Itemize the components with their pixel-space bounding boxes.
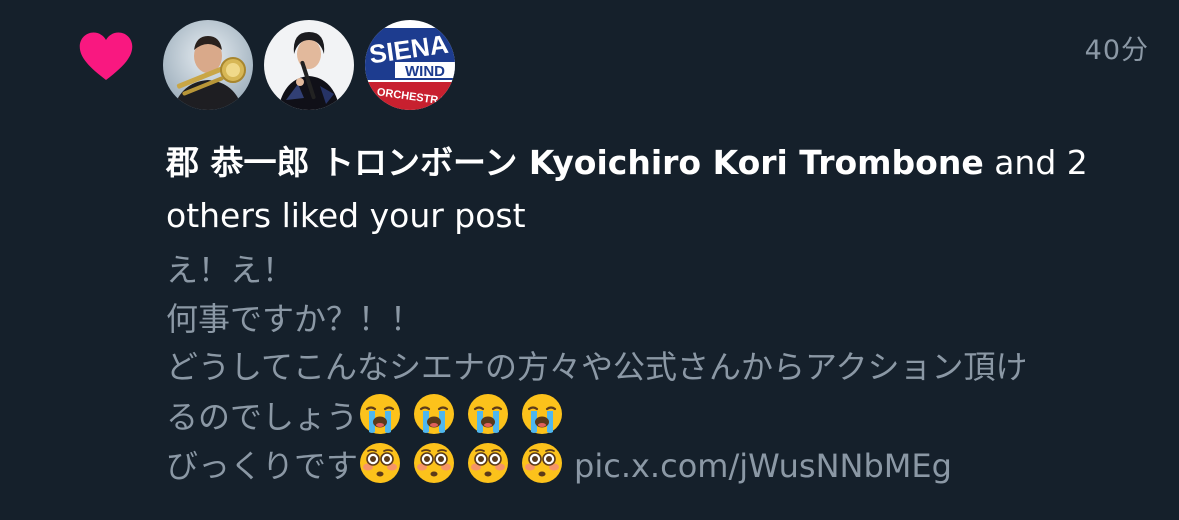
flushed-face-emoji <box>520 441 564 485</box>
avatar-group: SIENA WIND ORCHESTRA <box>163 20 455 110</box>
avatar-clarinet-player[interactable] <box>264 20 354 110</box>
avatar-kyoichiro-kori[interactable] <box>163 20 253 110</box>
post-line: え！え！ <box>166 251 295 289</box>
post-line: びっくりです <box>166 447 359 485</box>
flushed-face-emoji <box>358 441 402 485</box>
loudly-crying-face-emoji <box>358 392 402 436</box>
svg-text:WIND: WIND <box>405 63 445 80</box>
loudly-crying-face-emoji <box>412 392 456 436</box>
notification-headline: 郡 恭一郎 トロンボーン Kyoichiro Kori Trombone and… <box>166 136 1156 242</box>
actor-name[interactable]: 郡 恭一郎 トロンボーン Kyoichiro Kori Trombone <box>166 143 984 182</box>
heart-icon <box>76 26 136 86</box>
post-line-with-emoji: るのでしょう <box>166 392 1166 442</box>
like-notification[interactable]: SIENA WIND ORCHESTRA 40分 郡 恭一郎 トロンボーン Ky… <box>0 0 1179 520</box>
media-link[interactable]: pic.x.com/jWusNNbMEg <box>574 447 952 485</box>
flushed-face-emoji <box>466 441 510 485</box>
post-preview[interactable]: え！え！ 何事ですか？！！ どうしてこんなシエナの方々や公式さんからアクション頂… <box>166 246 1166 491</box>
timestamp: 40分 <box>1084 35 1149 66</box>
avatar-siena-wind-orchestra[interactable]: SIENA WIND ORCHESTRA <box>365 20 455 110</box>
post-line-with-emoji: びっくりです pic.x.com/jWusNNbMEg <box>166 441 1166 491</box>
post-line: るのでしょう <box>166 397 359 436</box>
flushed-face-emoji <box>412 441 456 485</box>
loudly-crying-face-emoji <box>466 392 510 436</box>
post-line: 何事ですか？！！ <box>166 299 423 338</box>
post-line: どうしてこんなシエナの方々や公式さんからアクション頂け <box>166 348 1028 386</box>
loudly-crying-face-emoji <box>520 392 564 436</box>
